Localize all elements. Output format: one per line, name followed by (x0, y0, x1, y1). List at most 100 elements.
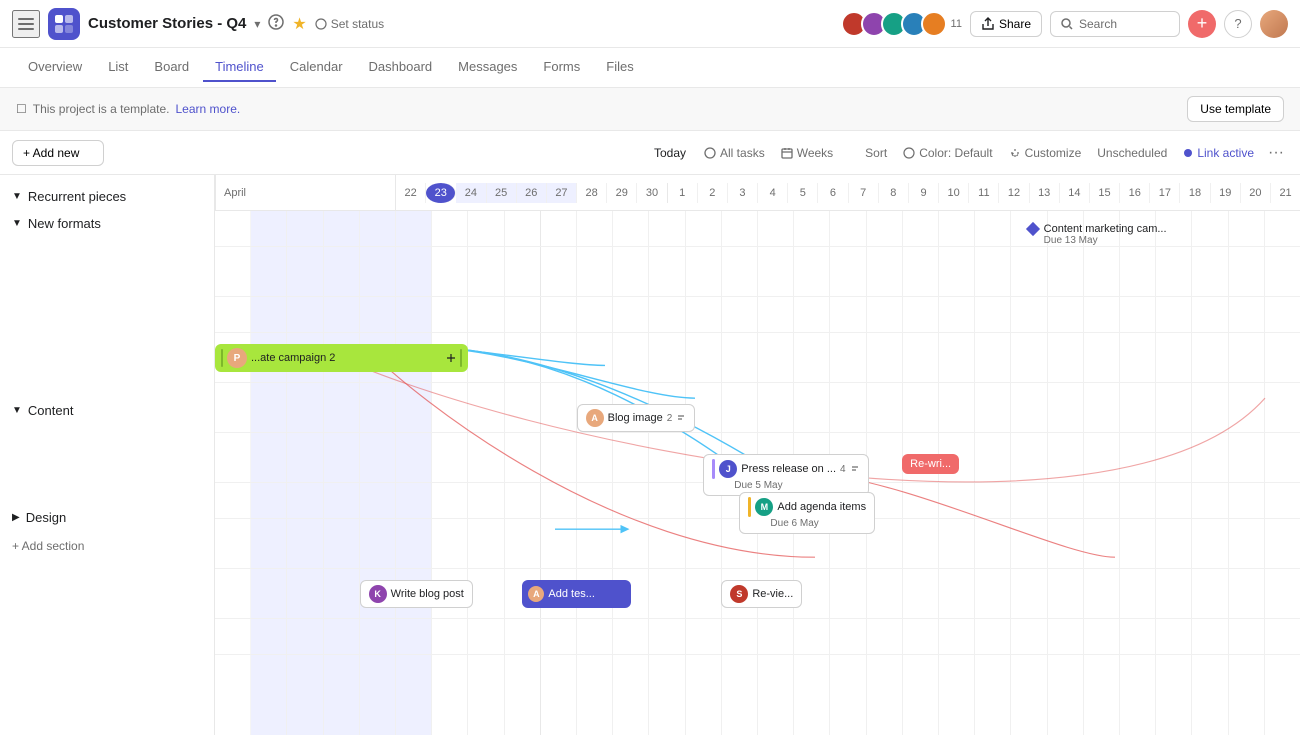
task-avatar: P (227, 348, 247, 368)
day-25: 25 (487, 183, 517, 203)
section-header-content[interactable]: ▼ Content (0, 397, 214, 424)
avatar-count: 11 (951, 18, 962, 30)
tab-timeline[interactable]: Timeline (203, 53, 276, 82)
add-section-button[interactable]: + Add section (0, 531, 214, 561)
day-may-21: 21 (1271, 183, 1300, 203)
milestone-due: Due 13 May (1044, 235, 1098, 246)
add-agenda-card[interactable]: M Add agenda items Due 6 May (739, 492, 875, 534)
topbar-left: Customer Stories - Q4 ▾ ★ Set status (12, 8, 833, 40)
agenda-due: Due 6 May (770, 518, 866, 529)
tab-files[interactable]: Files (594, 53, 645, 82)
day-27: 27 (547, 183, 577, 203)
task-avatar-press: J (719, 460, 737, 478)
tab-forms[interactable]: Forms (531, 53, 592, 82)
add-tes-label: Add tes... (548, 588, 594, 600)
diamond-icon (1026, 222, 1040, 236)
day-may-5: 5 (788, 183, 818, 203)
day-29: 29 (607, 183, 637, 203)
press-release-card[interactable]: J Press release on ... 4 Due 5 May (703, 454, 868, 496)
customize-button[interactable]: Customize (1003, 142, 1088, 164)
task-avatar-blog-post: K (369, 585, 387, 603)
tab-dashboard[interactable]: Dashboard (357, 53, 445, 82)
title-chevron[interactable]: ▾ (254, 17, 260, 31)
weeks-button[interactable]: Weeks (775, 142, 839, 164)
rewrite-card[interactable]: Re-wri... (902, 454, 959, 474)
template-text: This project is a template. (33, 102, 170, 116)
agenda-label: Add agenda items (777, 501, 866, 513)
toolbar: + Add new Today All tasks Weeks Sort Col… (0, 131, 1300, 175)
blog-image-label: Blog image (608, 412, 663, 424)
write-blog-label: Write blog post (391, 588, 464, 600)
write-blog-card[interactable]: K Write blog post (360, 580, 473, 608)
press-release-label: Press release on ... (741, 463, 836, 475)
menu-icon[interactable] (12, 10, 40, 38)
day-may-1: 1 (668, 183, 698, 203)
section-header-recurrent[interactable]: ▼ Recurrent pieces (0, 183, 214, 210)
main-content: ▼ Recurrent pieces ▼ New formats ▼ Conte… (0, 175, 1300, 735)
day-may-17: 17 (1150, 183, 1180, 203)
milestone-content-marketing[interactable]: Content marketing cam... Due 13 May (1028, 223, 1167, 246)
tab-list[interactable]: List (96, 53, 140, 82)
today-button[interactable]: Today (646, 142, 694, 164)
create-campaign-bar[interactable]: P ...ate campaign 2 (215, 344, 468, 372)
day-may-8: 8 (879, 183, 909, 203)
day-may-18: 18 (1180, 183, 1210, 203)
star-button[interactable]: ★ (292, 14, 306, 34)
set-status-button[interactable]: Set status (315, 17, 384, 31)
link-active-button[interactable]: Link active (1177, 142, 1260, 164)
section-header-design[interactable]: ▶ Design (0, 504, 214, 531)
press-count: 4 (840, 464, 846, 475)
section-header-newformats[interactable]: ▼ New formats (0, 210, 214, 237)
use-template-button[interactable]: Use template (1187, 96, 1284, 122)
section-label-newformats: New formats (28, 216, 101, 231)
all-tasks-button[interactable]: All tasks (698, 142, 771, 164)
sidebar-section-recurrent: ▼ Recurrent pieces (0, 183, 214, 210)
task-avatar-review: S (730, 585, 748, 603)
tab-messages[interactable]: Messages (446, 53, 529, 82)
app-icon (48, 8, 80, 40)
sort-button[interactable]: Sort (843, 142, 893, 164)
learn-more-link[interactable]: Learn more. (176, 102, 241, 116)
user-avatar[interactable] (1260, 10, 1288, 38)
press-due: Due 5 May (734, 480, 859, 491)
add-button[interactable]: + (1188, 10, 1216, 38)
sidebar-section-newformats: ▼ New formats (0, 210, 214, 237)
day-26: 26 (517, 183, 547, 203)
topbar-right: 11 Share Search + ? (841, 10, 1288, 38)
toolbar-left: + Add new (12, 140, 104, 166)
review-card[interactable]: S Re-vie... (721, 580, 802, 608)
day-28: 28 (577, 183, 607, 203)
blog-image-card[interactable]: A Blog image 2 (577, 404, 696, 432)
help-circle[interactable]: ? (1224, 10, 1252, 38)
day-may-12: 12 (999, 183, 1029, 203)
sidebar: ▼ Recurrent pieces ▼ New formats ▼ Conte… (0, 175, 215, 735)
tab-board[interactable]: Board (142, 53, 201, 82)
unscheduled-button[interactable]: Unscheduled (1091, 142, 1173, 164)
color-button[interactable]: Color: Default (897, 142, 998, 164)
search-box[interactable]: Search (1050, 11, 1180, 37)
campaign-label: ...ate campaign 2 (251, 352, 335, 364)
tab-overview[interactable]: Overview (16, 53, 94, 82)
more-options-button[interactable]: ··· (1264, 140, 1288, 166)
tab-calendar[interactable]: Calendar (278, 53, 355, 82)
section-label-design: Design (26, 510, 66, 525)
template-banner-left: ☐ This project is a template. Learn more… (16, 102, 240, 116)
day-may-3: 3 (728, 183, 758, 203)
help-button[interactable] (268, 14, 284, 33)
task-avatar-agenda: M (755, 498, 773, 516)
project-title: Customer Stories - Q4 (88, 15, 246, 32)
day-22: 22 (396, 183, 426, 203)
rewrite-label: Re-wri... (910, 458, 951, 470)
day-may-6: 6 (818, 183, 848, 203)
add-tes-bar[interactable]: A Add tes... (522, 580, 631, 608)
add-new-button[interactable]: + Add new (12, 140, 104, 166)
day-may-7: 7 (849, 183, 879, 203)
timeline-area: April 22 23 24 25 26 27 28 29 30 1 2 (215, 175, 1300, 735)
section-toggle-recurrent: ▼ (12, 191, 22, 202)
day-may-19: 19 (1211, 183, 1241, 203)
share-button[interactable]: Share (970, 11, 1042, 37)
section-toggle-design: ▶ (12, 512, 20, 523)
day-may-15: 15 (1090, 183, 1120, 203)
template-icon: ☐ (16, 102, 27, 116)
day-23-today: 23 (426, 183, 456, 203)
